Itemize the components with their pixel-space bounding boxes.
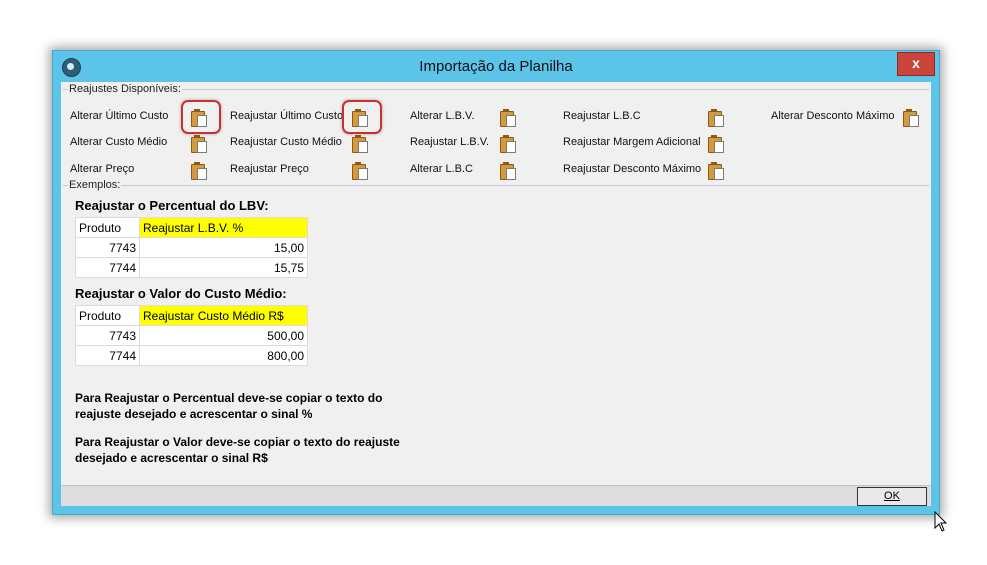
exemplos-legend: Exemplos:	[68, 179, 122, 191]
button-bar: OK	[61, 485, 931, 506]
table-cell: 7743	[75, 325, 140, 346]
table-cell: 7743	[75, 237, 140, 258]
close-button[interactable]: x	[897, 52, 935, 76]
table-cell: 800,00	[139, 345, 308, 366]
reajuste-label: Alterar Último Custo	[70, 110, 169, 122]
table-cell: 15,00	[139, 237, 308, 258]
dialog-client: Reajustes Disponíveis: Alterar Último Cu…	[61, 82, 931, 506]
reajuste-label: Reajustar Margem Adicional	[563, 136, 701, 148]
exemplos-group: Exemplos: Reajustar o Percentual do LBV:…	[63, 179, 929, 486]
table-row: 7744 800,00	[75, 345, 308, 366]
clipboard-copy-icon[interactable]	[191, 162, 207, 180]
reajuste-label: Reajustar Último Custo	[230, 110, 344, 122]
clipboard-copy-icon[interactable]	[352, 162, 368, 180]
table-cell: 500,00	[139, 325, 308, 346]
example1-table: Produto Reajustar L.B.V. % 7743 15,00 77…	[75, 217, 308, 278]
annotation-highlight	[181, 100, 221, 134]
window-title: Importação da Planilha	[419, 58, 573, 75]
reajuste-label: Alterar Preço	[70, 163, 135, 175]
mouse-cursor-icon	[934, 511, 948, 532]
annotation-highlight	[342, 100, 382, 134]
reajuste-label: Alterar L.B.C	[410, 163, 473, 175]
ok-label: OK	[884, 490, 900, 502]
dialog-window: Importação da Planilha x Reajustes Dispo…	[52, 50, 940, 515]
clipboard-copy-icon[interactable]	[903, 109, 919, 127]
table-cell: 7744	[75, 345, 140, 366]
table-cell: 15,75	[139, 257, 308, 278]
table-row: 7743 500,00	[75, 325, 308, 346]
reajustes-group: Reajustes Disponíveis: Alterar Último Cu…	[63, 83, 929, 180]
table-header-row: Produto Reajustar Custo Médio R$	[75, 305, 308, 326]
table-row: 7743 15,00	[75, 237, 308, 258]
clipboard-copy-icon[interactable]	[191, 135, 207, 153]
clipboard-copy-icon[interactable]	[708, 162, 724, 180]
ok-button[interactable]: OK	[857, 487, 927, 506]
clipboard-copy-icon[interactable]	[708, 135, 724, 153]
reajuste-label: Alterar Custo Médio	[70, 136, 168, 148]
title-bar[interactable]: Importação da Planilha x	[53, 51, 939, 82]
table-cell: 7744	[75, 257, 140, 278]
reajuste-label: Reajustar L.B.V.	[410, 136, 490, 148]
reajuste-label: Reajustar Preço	[230, 163, 309, 175]
clipboard-copy-icon[interactable]	[708, 109, 724, 127]
reajuste-label: Alterar Desconto Máximo	[771, 110, 895, 122]
reajuste-label: Alterar L.B.V.	[410, 110, 475, 122]
reajuste-label: Reajustar Desconto Máximo	[563, 163, 702, 175]
example1-heading: Reajustar o Percentual do LBV:	[75, 198, 269, 213]
clipboard-copy-icon[interactable]	[352, 135, 368, 153]
note-percentual: Para Reajustar o Percentual deve-se copi…	[75, 391, 383, 421]
table-cell: Produto	[75, 305, 140, 326]
table-header-row: Produto Reajustar L.B.V. %	[75, 217, 308, 238]
note-valor: Para Reajustar o Valor deve-se copiar o …	[75, 435, 400, 465]
clipboard-copy-icon[interactable]	[500, 162, 516, 180]
table-cell: Produto	[75, 217, 140, 238]
example2-table: Produto Reajustar Custo Médio R$ 7743 50…	[75, 305, 308, 366]
clipboard-copy-icon[interactable]	[500, 109, 516, 127]
table-cell: Reajustar L.B.V. %	[139, 217, 308, 238]
clipboard-copy-icon[interactable]	[500, 135, 516, 153]
table-cell: Reajustar Custo Médio R$	[139, 305, 308, 326]
table-row: 7744 15,75	[75, 257, 308, 278]
example2-heading: Reajustar o Valor do Custo Médio:	[75, 286, 287, 301]
reajustes-legend: Reajustes Disponíveis:	[68, 83, 182, 95]
reajuste-label: Reajustar L.B.C	[563, 110, 641, 122]
reajuste-label: Reajustar Custo Médio	[230, 136, 342, 148]
